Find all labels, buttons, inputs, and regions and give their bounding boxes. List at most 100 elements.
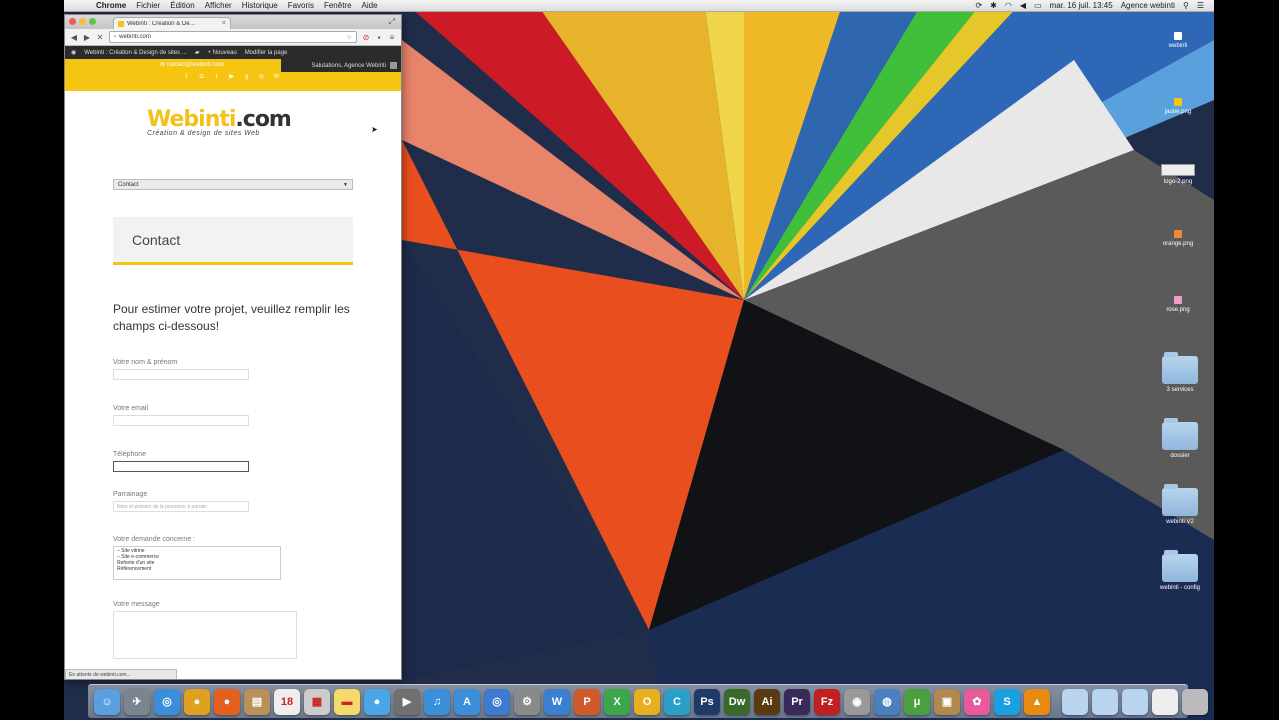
spotlight-icon[interactable]: ⚲	[1183, 1, 1189, 10]
dock-screenshot-stack-icon[interactable]	[1152, 688, 1178, 715]
desktop-icon-webinti[interactable]: webinti	[1148, 32, 1208, 49]
dock-vlc-icon[interactable]: ▲	[1024, 688, 1050, 715]
list-item[interactable]: Référencement	[117, 566, 277, 572]
desktop-icon-orange[interactable]: orange.png	[1148, 230, 1208, 247]
menu-edition[interactable]: Édition	[170, 1, 194, 10]
desktop-icon-jaune[interactable]: jaune.png	[1148, 98, 1208, 115]
nav-menu-select[interactable]: Contact ▼	[113, 179, 353, 190]
menu-historique[interactable]: Historique	[242, 1, 278, 10]
sync-icon[interactable]: ⟳	[975, 1, 982, 10]
admin-site-name[interactable]: Webinti : Création & Design de sites ...	[84, 50, 187, 56]
dock-notes-icon[interactable]: ▬	[334, 688, 360, 715]
bookmark-star-icon[interactable]: ☆	[347, 34, 352, 41]
dock-lync-icon[interactable]: C	[664, 688, 690, 715]
volume-icon[interactable]: ◀	[1020, 1, 1026, 10]
menu-user[interactable]: Agence webinti	[1121, 1, 1175, 10]
browser-tab[interactable]: Webinti : Création & Dé… ×	[113, 17, 231, 29]
admin-edit-page-button[interactable]: Modifier la page	[245, 50, 288, 56]
close-window-icon[interactable]	[69, 18, 76, 25]
menu-clock[interactable]: mar. 16 juil. 13:45	[1050, 1, 1113, 10]
stop-loading-icon[interactable]: ✕	[96, 33, 104, 42]
youtube-icon[interactable]: ▶	[228, 74, 235, 81]
name-field[interactable]	[113, 369, 249, 380]
extension-icon[interactable]: ▪	[375, 33, 383, 42]
site-logo[interactable]: Webinti.com Création & design de sites W…	[147, 107, 292, 137]
dock-maps-icon[interactable]: ◎	[484, 688, 510, 715]
desktop-icon-folder-services[interactable]: 3 services	[1150, 352, 1210, 393]
dock-powerpoint-icon[interactable]: P	[574, 688, 600, 715]
dock-word-icon[interactable]: W	[544, 688, 570, 715]
message-textarea[interactable]	[113, 611, 297, 659]
dock-finder-icon[interactable]: ☺	[94, 688, 120, 715]
dock-app-store-icon[interactable]: A	[454, 688, 480, 715]
desktop-icon-folder-dossier[interactable]: dossier	[1150, 418, 1210, 459]
dock-chrome-icon[interactable]: ●	[184, 688, 210, 715]
dock-calendar-icon[interactable]: 18	[274, 688, 300, 715]
dock-safari-icon[interactable]: ◎	[154, 688, 180, 715]
notification-center-icon[interactable]: ☰	[1197, 1, 1204, 10]
back-icon[interactable]: ◀	[70, 33, 78, 42]
dock-photoshop-icon[interactable]: Ps	[694, 688, 720, 715]
dock-skype-icon[interactable]: S	[994, 688, 1020, 715]
adblock-icon[interactable]: ⊘	[362, 33, 370, 42]
instagram-icon[interactable]: ◘	[198, 74, 205, 81]
menu-afficher[interactable]: Afficher	[205, 1, 232, 10]
facebook-icon[interactable]: f	[183, 74, 190, 81]
dock-disk-utility-icon[interactable]: ◉	[844, 688, 870, 715]
dock-illustrator-icon[interactable]: Ai	[754, 688, 780, 715]
menu-favoris[interactable]: Favoris	[288, 1, 314, 10]
dock-premiere-icon[interactable]: Pr	[784, 688, 810, 715]
dock-archive-icon[interactable]: ▣	[934, 688, 960, 715]
mail-icon[interactable]: ✉	[273, 74, 280, 81]
dribbble-icon[interactable]: ◎	[258, 74, 265, 81]
dock-trash-icon[interactable]	[1182, 688, 1208, 715]
dock-documents-stack-icon[interactable]	[1092, 688, 1118, 715]
dock-downloads-stack-icon[interactable]	[1122, 688, 1148, 715]
desktop-icon-folder-v2[interactable]: webinti V2	[1150, 484, 1210, 525]
menu-app-name[interactable]: Chrome	[96, 1, 126, 10]
desktop-icon-rose[interactable]: rose.png	[1148, 296, 1208, 313]
dock-dreamweaver-icon[interactable]: Dw	[724, 688, 750, 715]
menu-aide[interactable]: Aide	[362, 1, 378, 10]
dock-picasa-icon[interactable]: ✿	[964, 688, 990, 715]
demand-select[interactable]: – Site vitrine – Site e-commerce Refonte…	[113, 546, 281, 580]
email-field[interactable]	[113, 415, 249, 426]
desktop-icon-logo[interactable]: logo-2.png	[1148, 164, 1208, 185]
dock-facetime-icon[interactable]: ▶	[394, 688, 420, 715]
fullscreen-icon[interactable]: ⤢	[389, 17, 395, 27]
google-plus-icon[interactable]: g	[243, 74, 250, 81]
menu-fichier[interactable]: Fichier	[136, 1, 160, 10]
admin-new-button[interactable]: + Nouveau	[207, 50, 236, 56]
dock-messages-icon[interactable]: ●	[364, 688, 390, 715]
dock-system-preferences-icon[interactable]: ⚙	[514, 688, 540, 715]
battery-icon[interactable]: ▭	[1034, 1, 1042, 10]
bluetooth-icon[interactable]: ✱	[990, 1, 997, 10]
menu-fenetre[interactable]: Fenêtre	[324, 1, 352, 10]
twitter-icon[interactable]: t	[213, 74, 220, 81]
dock-firefox-icon[interactable]: ●	[214, 688, 240, 715]
dock-contacts-icon[interactable]: ▤	[244, 688, 270, 715]
desktop-icon-folder-config[interactable]: webinti - config	[1150, 550, 1210, 591]
wp-logo-icon[interactable]: ◉	[71, 49, 76, 56]
zoom-window-icon[interactable]	[89, 18, 96, 25]
dock-excel-icon[interactable]: X	[604, 688, 630, 715]
wifi-icon[interactable]: ◠	[1005, 1, 1012, 10]
dock-utorrent-icon[interactable]: μ	[904, 688, 930, 715]
admin-greeting[interactable]: Salutations, Agence Webinti	[281, 59, 401, 72]
header-email[interactable]: ✉ contact@webinti.com	[160, 61, 224, 68]
forward-icon[interactable]: ▶	[83, 33, 91, 42]
dock-outlook-icon[interactable]: O	[634, 688, 660, 715]
chrome-menu-icon[interactable]: ≡	[388, 33, 396, 42]
dock-launchpad-icon[interactable]: ✈	[124, 688, 150, 715]
dock-applications-stack-icon[interactable]	[1062, 688, 1088, 715]
dock-filezilla-icon[interactable]: Fz	[814, 688, 840, 715]
sponsor-field[interactable]: Nom et prénom de la personne à parrain	[113, 501, 249, 512]
tab-close-icon[interactable]: ×	[222, 20, 226, 27]
dock-preview-icon[interactable]: ▦	[304, 688, 330, 715]
phone-field[interactable]	[113, 461, 249, 472]
dock-network-icon[interactable]: ◍	[874, 688, 900, 715]
minimize-window-icon[interactable]	[79, 18, 86, 25]
comments-icon[interactable]: ▰	[195, 49, 200, 56]
address-bar[interactable]: ▫ webinti.com ☆	[109, 31, 357, 43]
dock-itunes-icon[interactable]: ♫	[424, 688, 450, 715]
